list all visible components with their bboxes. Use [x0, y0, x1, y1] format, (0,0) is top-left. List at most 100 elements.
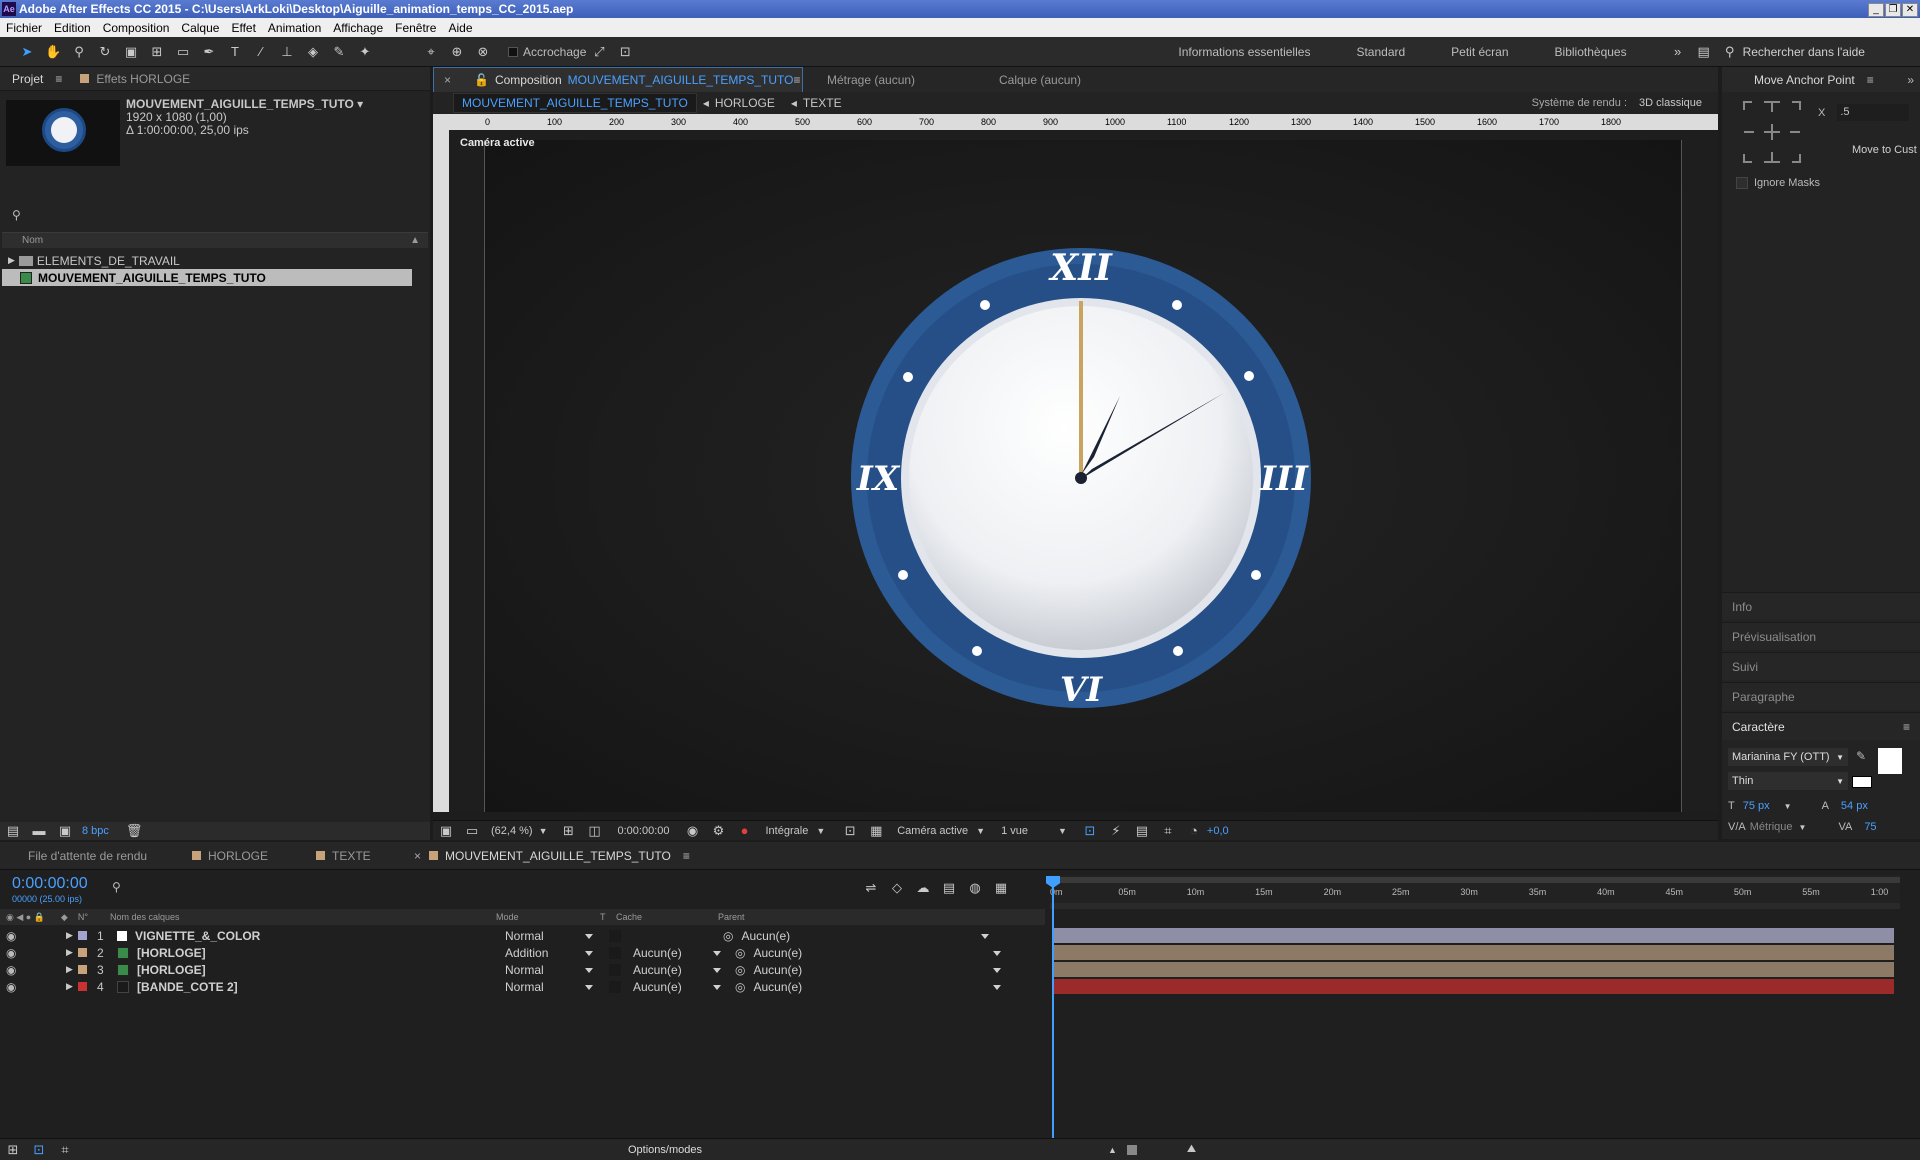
reset-exposure-icon[interactable]: ◔ [1186, 823, 1202, 839]
lock-icon[interactable]: 🔓 [474, 73, 489, 87]
menu-view[interactable]: Affichage [327, 21, 389, 35]
expand-duration-icon[interactable]: ⌗ [57, 1142, 73, 1158]
search-help-input[interactable]: Rechercher dans l'aide [1743, 45, 1865, 59]
minimize-icon[interactable]: _ [1868, 3, 1884, 17]
tab-footage[interactable]: Métrage (aucun) [815, 73, 975, 87]
font-family-select[interactable]: Marianina FY (OTT) ▼ [1728, 748, 1848, 766]
camera-tool-icon[interactable]: ▣ [123, 44, 139, 60]
table-row[interactable]: ◉ ▶ 2 [HORLOGE] Addition Aucun(e) ◎ Aucu… [0, 944, 1045, 961]
toggle-switches-modes[interactable]: Options/modes [628, 1144, 702, 1156]
world-axis-icon[interactable]: ⊕ [449, 44, 465, 60]
more-workspaces-icon[interactable]: » [1670, 44, 1686, 60]
project-search[interactable]: ⚲ [12, 207, 412, 223]
expand-icon[interactable]: ▶ [66, 930, 78, 941]
parent-select[interactable]: Aucun(e) [753, 980, 1003, 994]
exposure-value[interactable]: +0,0 [1207, 825, 1229, 837]
zoom-in-icon[interactable]: ⛰ [1187, 1143, 1196, 1156]
parent-select[interactable]: Aucun(e) [753, 946, 1003, 960]
toggle-pixel-aspect-icon[interactable]: ⊡ [1082, 823, 1098, 839]
layer-mode-select[interactable]: Normal [505, 963, 595, 977]
expand-icon[interactable]: ▶ [66, 947, 78, 958]
text-tool-icon[interactable]: T [227, 44, 243, 60]
column-cache[interactable]: Cache [616, 912, 718, 922]
mask-visibility-icon[interactable]: ◫ [587, 823, 603, 839]
leading-value[interactable]: 54 px [1841, 800, 1868, 812]
layer-color-label[interactable] [78, 965, 87, 974]
bit-depth[interactable]: 8 bpc [82, 825, 109, 837]
font-style-select[interactable]: Thin ▼ [1728, 772, 1848, 790]
region-icon[interactable]: ▭ [464, 823, 480, 839]
panel-menu-icon[interactable]: ≡ [1903, 713, 1910, 741]
parent-select[interactable]: Aucun(e) [753, 963, 1003, 977]
font-size-value[interactable]: 75 px [1743, 800, 1770, 812]
preserve-transparency-box[interactable] [609, 963, 621, 976]
column-parent[interactable]: Parent [718, 912, 745, 922]
time-ruler[interactable]: 0m 05m 10m 15m 20m 25m 30m 35m 40m 45m 5… [1050, 875, 1900, 909]
eye-icon[interactable]: ◉ [6, 929, 66, 943]
close-tab-icon[interactable]: × [444, 73, 451, 87]
anchor-grid-icon[interactable] [1742, 100, 1802, 164]
clone-stamp-tool-icon[interactable]: ⊥ [279, 44, 295, 60]
layer-mode-select[interactable]: Addition [505, 946, 595, 960]
new-folder-icon[interactable]: ▬ [31, 823, 47, 839]
close-icon[interactable]: ✕ [1902, 3, 1918, 17]
snapshot-icon[interactable]: ◉ [685, 823, 701, 839]
section-tracker[interactable]: Suivi [1722, 652, 1920, 680]
expand-icon[interactable]: ▶ [66, 981, 78, 992]
pen-tool-icon[interactable]: ✒ [201, 44, 217, 60]
clock-graphic[interactable]: XII III VI IX [846, 243, 1316, 713]
expand-icon[interactable]: ▶ [8, 255, 15, 266]
frame-blending-icon[interactable]: ▤ [941, 880, 957, 896]
layer-bar-horloge-1[interactable] [1052, 945, 1894, 960]
playhead[interactable] [1052, 882, 1054, 1138]
move-to-custom-button[interactable]: Move to Cust [1852, 144, 1917, 156]
new-comp-icon[interactable]: ▣ [57, 823, 73, 839]
selection-tool-icon[interactable]: ➤ [19, 44, 35, 60]
roi-icon[interactable]: ⊡ [842, 823, 858, 839]
timeline-menu-icon[interactable]: ≡ [683, 849, 690, 863]
track-matte-select[interactable]: Aucun(e) [633, 980, 723, 994]
show-snapshot-icon[interactable]: ⚙ [711, 823, 727, 839]
graph-editor-icon[interactable]: ▦ [993, 880, 1009, 896]
parent-select[interactable]: Aucun(e) [741, 929, 991, 943]
draft-3d-icon[interactable]: ◇ [889, 880, 905, 896]
tab-composition-name[interactable]: MOUVEMENT_AIGUILLE_TEMPS_TUTO [568, 73, 794, 87]
ignore-masks-checkbox[interactable] [1736, 177, 1748, 189]
layer-bar-horloge-2[interactable] [1052, 962, 1894, 977]
column-t[interactable]: T [600, 912, 616, 922]
delete-icon[interactable]: 🗑 [126, 823, 143, 839]
menu-effect[interactable]: Effet [225, 21, 261, 35]
column-mode[interactable]: Mode [496, 912, 600, 922]
workspace-standard[interactable]: Standard [1356, 45, 1405, 59]
rotate-tool-icon[interactable]: ↻ [97, 44, 113, 60]
list-item[interactable]: ▶ ELEMENTS_DE_TRAVAIL [2, 252, 412, 269]
rectangle-tool-icon[interactable]: ▭ [175, 44, 191, 60]
chevron-down-icon[interactable]: ▼ [539, 826, 548, 836]
tab-texte[interactable]: TEXTE [330, 849, 410, 863]
tab-project[interactable]: Projet [0, 72, 55, 86]
layer-bar-vignette[interactable] [1052, 928, 1894, 943]
menu-file[interactable]: Fichier [0, 21, 48, 35]
comp-mini-flowchart-icon[interactable]: ⇌ [863, 880, 879, 896]
tab-layer[interactable]: Calque (aucun) [987, 73, 1093, 87]
transparency-grid-icon[interactable]: ▦ [868, 823, 884, 839]
workspace-libraries[interactable]: Bibliothèques [1555, 45, 1627, 59]
timeline-timecode[interactable]: 0:00:00:00 [12, 875, 88, 893]
color-channel-icon[interactable]: ● [737, 823, 753, 839]
brush-tool-icon[interactable]: ⁄ [253, 44, 269, 60]
work-area-bar[interactable] [1050, 877, 1900, 883]
table-row[interactable]: ◉ ▶ 3 [HORLOGE] Normal Aucun(e) ◎ Aucun(… [0, 961, 1045, 978]
expand-switches-icon[interactable]: ⊞ [5, 1142, 21, 1158]
menu-help[interactable]: Aide [442, 21, 478, 35]
shy-layers-icon[interactable]: ☁ [915, 880, 931, 896]
render-value[interactable]: 3D classique [1639, 97, 1702, 109]
column-num[interactable]: N° [78, 912, 88, 922]
move-anchor-title[interactable]: Move Anchor Point [1754, 73, 1855, 87]
column-name[interactable]: Nom des calques [110, 912, 496, 922]
layer-mode-select[interactable]: Normal [505, 929, 595, 943]
flowchart-icon[interactable]: ⌗ [1160, 823, 1176, 839]
table-row[interactable]: ◉ ▶ 4 [BANDE_COTE 2] Normal Aucun(e) ◎ A… [0, 978, 1045, 995]
anchor-x-input[interactable]: .5 [1837, 104, 1910, 121]
eyedropper-icon[interactable]: ✎ [1856, 749, 1866, 763]
menu-composition[interactable]: Composition [97, 21, 176, 35]
